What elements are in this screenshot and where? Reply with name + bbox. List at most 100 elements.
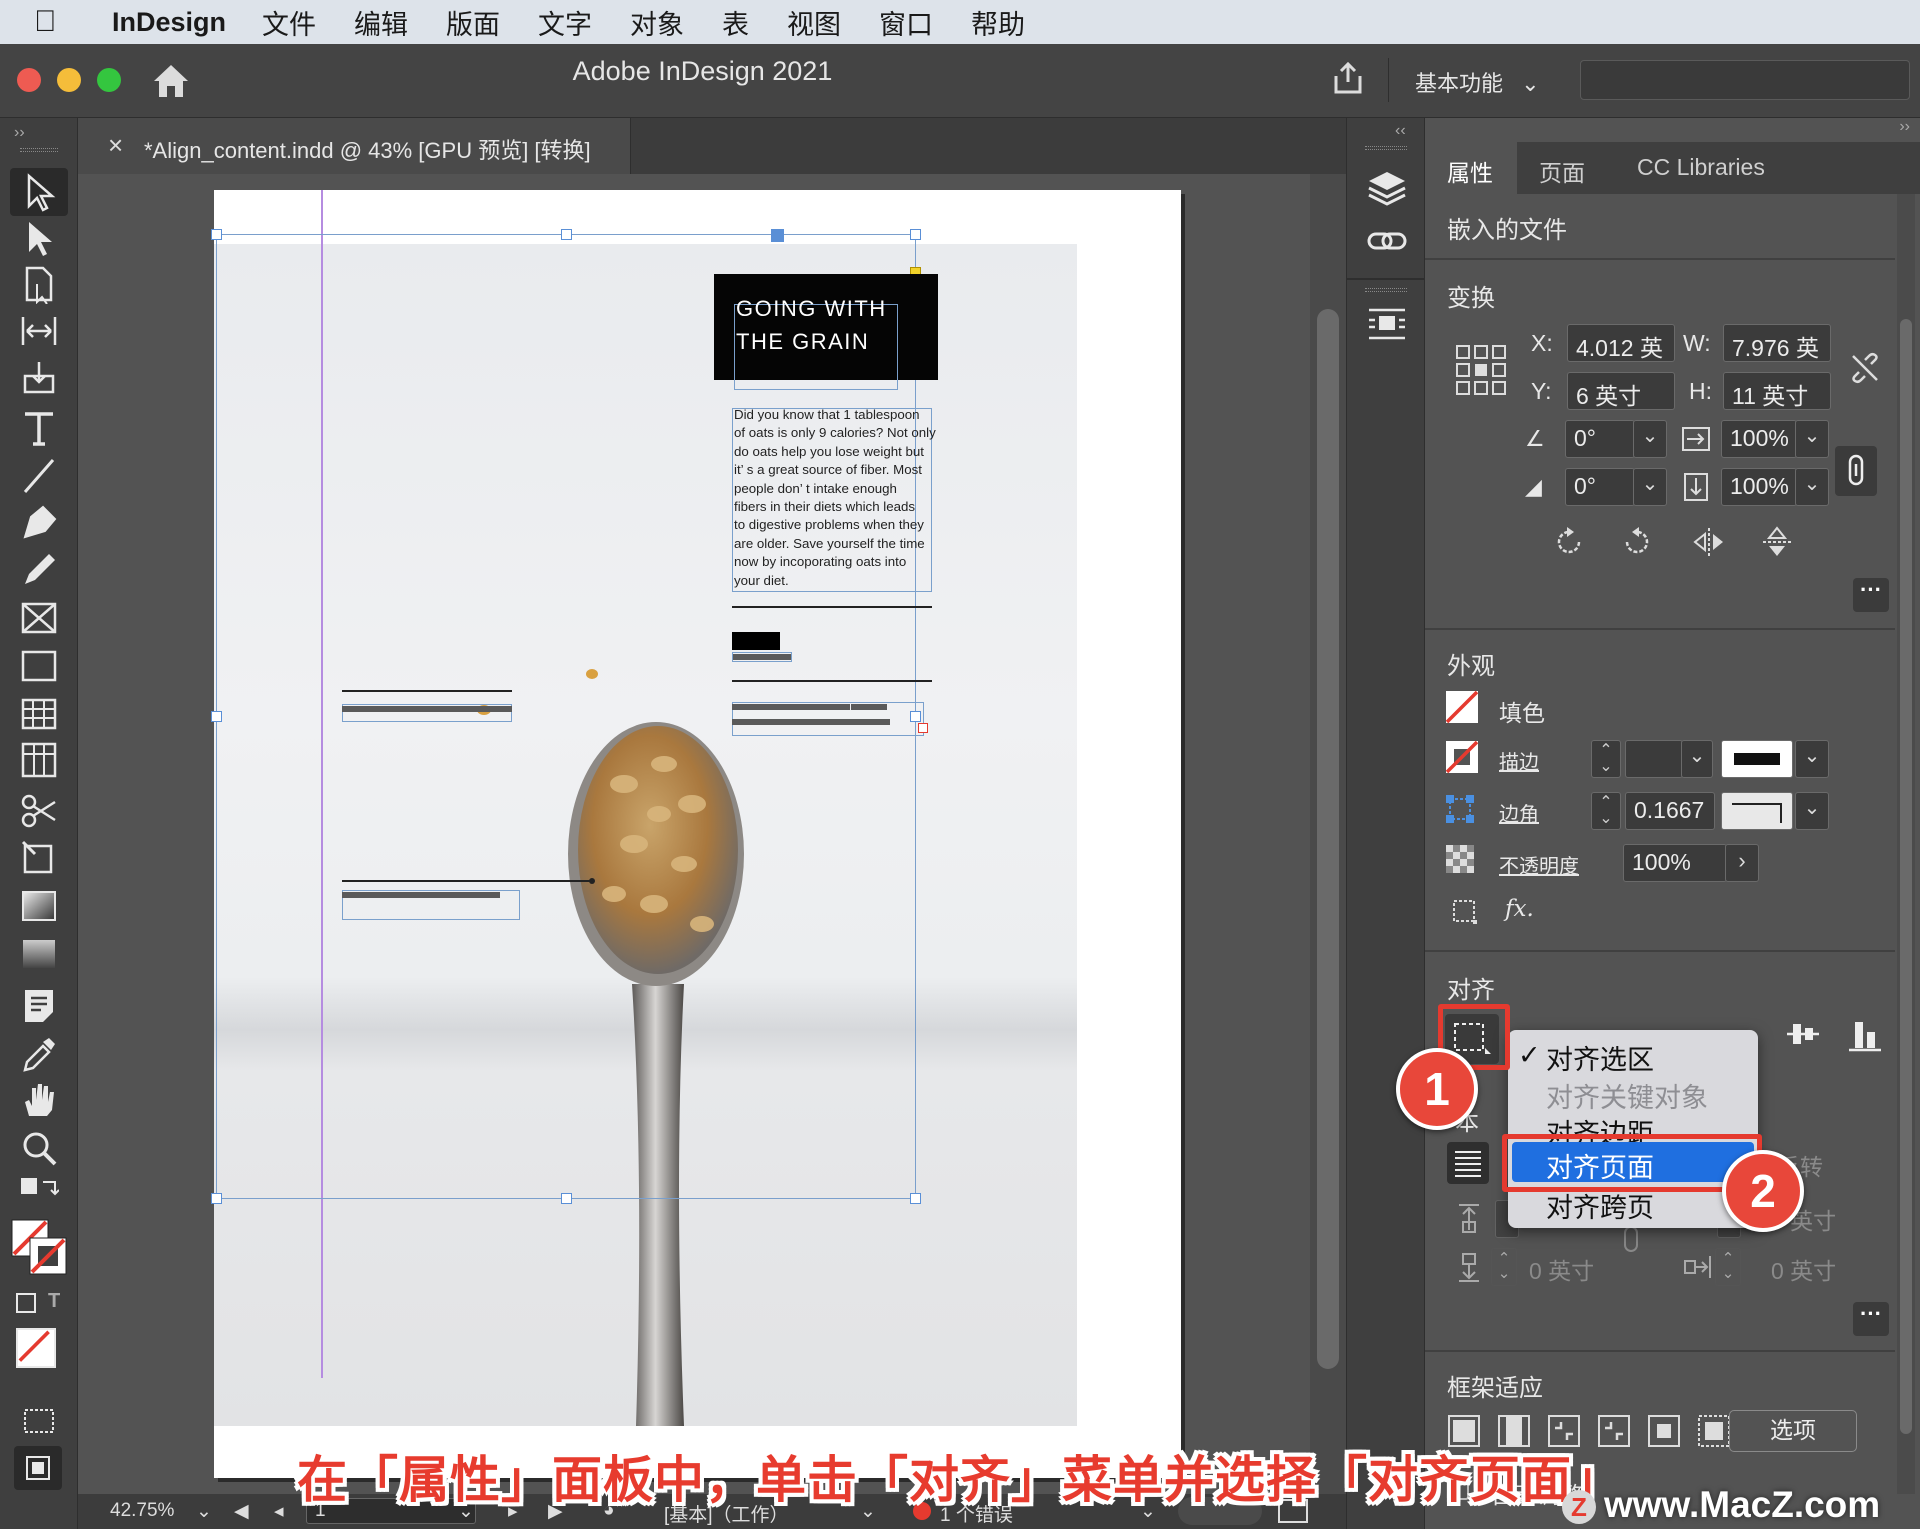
corner-size-field[interactable]: 0.1667: [1625, 792, 1715, 830]
divider-line[interactable]: [732, 680, 932, 682]
rectangle-frame-tool-icon[interactable]: [19, 598, 59, 638]
gradient-tool-icon[interactable]: [19, 886, 59, 926]
menu-help[interactable]: 帮助: [971, 3, 1025, 42]
panel-scroll-thumb[interactable]: [1900, 319, 1912, 1434]
close-tab-icon[interactable]: ×: [108, 130, 123, 161]
grip-icon[interactable]: [20, 148, 58, 152]
rotation-field[interactable]: 0°: [1565, 420, 1635, 458]
handle-middle-left[interactable]: [211, 711, 222, 722]
stroke-label[interactable]: 描边: [1499, 746, 1539, 775]
constrain-proportions-icon[interactable]: [1849, 352, 1881, 384]
pencil-tool-icon[interactable]: [19, 550, 59, 590]
shear-field[interactable]: 0°: [1565, 468, 1635, 506]
scale-y-field[interactable]: 100%: [1721, 468, 1797, 506]
text-wrap-button[interactable]: [1447, 1142, 1489, 1184]
align-vertical-center-icon[interactable]: [1785, 1016, 1821, 1052]
y-position-field[interactable]: 6 英寸: [1567, 372, 1675, 410]
corner-shape-dropdown[interactable]: ⌄: [1795, 792, 1829, 830]
corner-options-icon[interactable]: [1445, 794, 1475, 824]
align-bottom-icon[interactable]: [1847, 1016, 1883, 1052]
handle-bottom-right[interactable]: [910, 1193, 921, 1204]
rotate-clockwise-icon[interactable]: [1551, 524, 1587, 560]
grid-tool-icon[interactable]: [19, 740, 59, 780]
document-page[interactable]: GOING WITH THE GRAIN Did you know that 1…: [211, 190, 1181, 1478]
swap-fill-stroke-icon[interactable]: [19, 1176, 60, 1216]
opacity-label[interactable]: 不透明度: [1499, 850, 1579, 879]
divider-line[interactable]: [732, 606, 932, 608]
scissors-tool-icon[interactable]: [19, 790, 59, 830]
menu-edit[interactable]: 编辑: [354, 3, 408, 42]
type-tool-icon[interactable]: [19, 408, 59, 448]
scale-y-dropdown[interactable]: ⌄: [1795, 468, 1829, 506]
panel-scrollbar[interactable]: [1897, 194, 1915, 1494]
menu-object[interactable]: 对象: [630, 3, 684, 42]
workspace-switcher[interactable]: 基本功能 ⌄: [1415, 66, 1540, 98]
opacity-field[interactable]: 100%: [1623, 844, 1727, 882]
handle-bottom-left[interactable]: [211, 1193, 222, 1204]
document-canvas[interactable]: GOING WITH THE GRAIN Did you know that 1…: [78, 174, 1346, 1494]
tab-pages[interactable]: 页面: [1517, 142, 1613, 194]
menu-app-name[interactable]: InDesign: [112, 7, 226, 38]
screen-mode-icon[interactable]: [19, 1400, 59, 1440]
scroll-thumb[interactable]: [1317, 309, 1339, 1369]
rotation-dropdown[interactable]: ⌄: [1633, 420, 1667, 458]
line-tool-icon[interactable]: [19, 456, 59, 496]
drop-shadow-icon[interactable]: [1451, 898, 1481, 928]
tab-properties[interactable]: 属性: [1425, 142, 1517, 194]
share-icon[interactable]: [1330, 60, 1366, 96]
corner-shape-swatch[interactable]: [1721, 792, 1793, 830]
search-input[interactable]: [1580, 60, 1910, 100]
handle-bottom-center[interactable]: [561, 1193, 572, 1204]
links-icon[interactable]: [1365, 220, 1409, 264]
selection-tool-icon[interactable]: [10, 168, 68, 216]
constrain-scale-button[interactable]: [1835, 446, 1877, 496]
stroke-type-swatch[interactable]: [1721, 740, 1793, 778]
shear-dropdown[interactable]: ⌄: [1633, 468, 1667, 506]
content-collector-icon[interactable]: [19, 358, 59, 398]
rotate-counterclockwise-icon[interactable]: [1619, 524, 1655, 560]
eyedropper-tool-icon[interactable]: [19, 1034, 59, 1074]
text-wrap-icon[interactable]: [1365, 302, 1409, 346]
stroke-weight-stepper[interactable]: ⌃ ⌄: [1591, 740, 1621, 778]
bottom-offset-value[interactable]: 0 英寸: [1529, 1252, 1594, 1286]
menu-table[interactable]: 表: [722, 3, 749, 42]
width-field[interactable]: 7.976 英: [1723, 324, 1831, 362]
stroke-weight-field[interactable]: [1625, 740, 1683, 778]
container-format-icon[interactable]: [16, 1293, 36, 1313]
page-tool-icon[interactable]: [19, 264, 59, 305]
fill-stroke-swatch[interactable]: [10, 1218, 68, 1276]
gradient-feather-tool-icon[interactable]: [19, 934, 59, 974]
menu-layout[interactable]: 版面: [446, 3, 500, 42]
rectangle-tool-icon[interactable]: [19, 646, 59, 686]
handle-top-left[interactable]: [211, 229, 222, 240]
menu-item-align-to-selection[interactable]: 对齐选区: [1546, 1038, 1654, 1077]
menu-window[interactable]: 窗口: [879, 3, 933, 42]
flip-vertical-icon[interactable]: [1759, 524, 1795, 560]
pen-tool-icon[interactable]: [19, 503, 59, 543]
opacity-slider-button[interactable]: ›: [1725, 844, 1759, 882]
vertical-scrollbar[interactable]: [1310, 174, 1346, 1494]
menu-file[interactable]: 文件: [262, 3, 316, 42]
direct-selection-tool-icon[interactable]: [19, 218, 59, 258]
flip-horizontal-icon[interactable]: [1691, 524, 1727, 560]
divider-line[interactable]: [342, 880, 592, 882]
collapse-icon[interactable]: ‹‹: [1395, 122, 1406, 140]
handle-top-right[interactable]: [910, 229, 921, 240]
stroke-weight-dropdown[interactable]: ⌄: [1681, 740, 1713, 778]
zoom-tool-icon[interactable]: [19, 1128, 59, 1168]
corner-label[interactable]: 边角: [1499, 798, 1539, 827]
bottom-offset-stepper[interactable]: ⌃ ⌄: [1491, 1248, 1517, 1286]
handle-reference-point[interactable]: [771, 229, 784, 242]
fill-none-icon[interactable]: [1445, 690, 1479, 724]
menu-view[interactable]: 视图: [787, 3, 841, 42]
right-offset-value[interactable]: 0 英寸: [1771, 1252, 1836, 1286]
free-transform-tool-icon[interactable]: [19, 838, 59, 878]
gap-tool-icon[interactable]: [19, 311, 59, 351]
text-format-icon[interactable]: T: [48, 1290, 60, 1313]
corner-size-stepper[interactable]: ⌃ ⌄: [1591, 792, 1621, 830]
right-offset-stepper-2[interactable]: ⌃ ⌄: [1715, 1248, 1741, 1286]
menu-type[interactable]: 文字: [538, 3, 592, 42]
effects-icon[interactable]: fx.: [1505, 896, 1534, 922]
stroke-type-dropdown[interactable]: ⌄: [1795, 740, 1829, 778]
grip-icon[interactable]: [1365, 146, 1407, 150]
